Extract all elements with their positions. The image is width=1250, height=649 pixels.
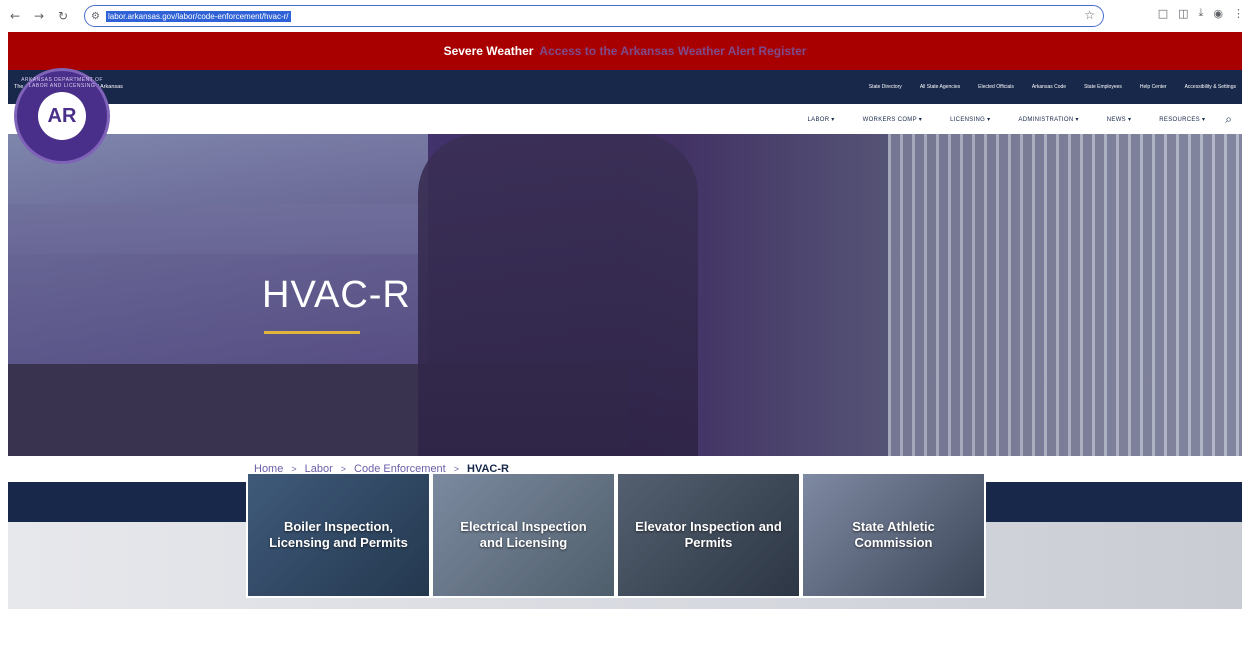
main-navigation: LABOR ▾ WORKERS COMP ▾ LICENSING ▾ ADMIN… xyxy=(8,104,1242,134)
title-underline xyxy=(264,331,360,334)
card-label: Boiler Inspection, Licensing and Permits xyxy=(269,518,408,550)
menu-icon[interactable]: ⋮ xyxy=(1233,7,1244,20)
profile-icon[interactable]: ◉ xyxy=(1213,7,1223,20)
forward-icon[interactable]: → xyxy=(30,7,48,25)
state-links: State Directory All State Agencies Elect… xyxy=(869,84,1236,90)
card-elevator[interactable]: Elevator Inspection and Permits xyxy=(618,474,799,596)
nav-resources[interactable]: RESOURCES ▾ xyxy=(1159,116,1205,123)
nav-labor[interactable]: LABOR ▾ xyxy=(808,116,835,123)
logo-ring-text: ARKANSAS DEPARTMENT OF LABOR AND LICENSI… xyxy=(21,77,103,89)
card-electrical[interactable]: Electrical Inspection and Licensing xyxy=(433,474,614,596)
back-icon[interactable]: ← xyxy=(6,7,24,25)
nav-licensing[interactable]: LICENSING ▾ xyxy=(950,116,990,123)
nav-workers-comp[interactable]: WORKERS COMP ▾ xyxy=(863,116,922,123)
browser-toolbar: ← → ↻ ⚙ labor.arkansas.gov/labor/code-en… xyxy=(0,0,1250,32)
state-link-help[interactable]: Help Center xyxy=(1140,84,1167,90)
state-utility-bar: The Official Website of the State of Ark… xyxy=(8,70,1242,104)
url-text[interactable]: labor.arkansas.gov/labor/code-enforcemen… xyxy=(105,10,291,22)
nav-news[interactable]: NEWS ▾ xyxy=(1107,116,1131,123)
page-title: HVAC-R xyxy=(262,274,411,316)
state-link-officials[interactable]: Elected Officials xyxy=(978,84,1014,90)
tune-icon[interactable]: ⚙ xyxy=(91,11,100,22)
card-boiler[interactable]: Boiler Inspection, Licensing and Permits xyxy=(248,474,429,596)
severe-weather-alert: Severe Weather Access to the Arkansas We… xyxy=(8,32,1242,70)
sidepanel-icon[interactable]: ◫ xyxy=(1178,7,1188,20)
state-link-code[interactable]: Arkansas Code xyxy=(1032,84,1066,90)
hero-technician-image xyxy=(418,134,698,456)
card-label: State Athletic Commission xyxy=(852,518,935,550)
address-bar[interactable]: ⚙ labor.arkansas.gov/labor/code-enforcem… xyxy=(84,5,1104,27)
logo-text: AR xyxy=(47,104,77,127)
download-icon[interactable]: ⤓ xyxy=(1199,6,1204,20)
search-icon[interactable]: ⌕ xyxy=(1225,112,1232,127)
related-programs: Boiler Inspection, Licensing and Permits… xyxy=(246,472,986,598)
card-label: Electrical Inspection and Licensing xyxy=(460,518,587,550)
hero-banner: HVAC-R xyxy=(8,134,1242,456)
alert-label: Severe Weather xyxy=(443,44,534,58)
reload-icon[interactable]: ↻ xyxy=(54,7,72,25)
agency-logo[interactable]: ARKANSAS DEPARTMENT OF LABOR AND LICENSI… xyxy=(14,68,110,164)
alert-link[interactable]: Access to the Arkansas Weather Alert Reg… xyxy=(539,44,806,58)
card-label: Elevator Inspection and Permits xyxy=(635,518,782,550)
extensions-icon[interactable]: □ xyxy=(1158,7,1168,20)
state-link-accessibility[interactable]: Accessibility & Settings xyxy=(1185,84,1236,90)
state-link-employees[interactable]: State Employees xyxy=(1084,84,1122,90)
hero-hvac-unit-image xyxy=(888,134,1242,456)
star-icon[interactable]: ☆ xyxy=(1084,8,1095,22)
nav-administration[interactable]: ADMINISTRATION ▾ xyxy=(1018,116,1078,123)
logo-inner: AR xyxy=(38,92,86,140)
browser-actions: □ ◫ ⤓ ◉ ⋮ xyxy=(1158,6,1244,20)
state-link-directory[interactable]: State Directory xyxy=(869,84,902,90)
card-athletic-commission[interactable]: State Athletic Commission xyxy=(803,474,984,596)
state-link-agencies[interactable]: All State Agencies xyxy=(920,84,960,90)
